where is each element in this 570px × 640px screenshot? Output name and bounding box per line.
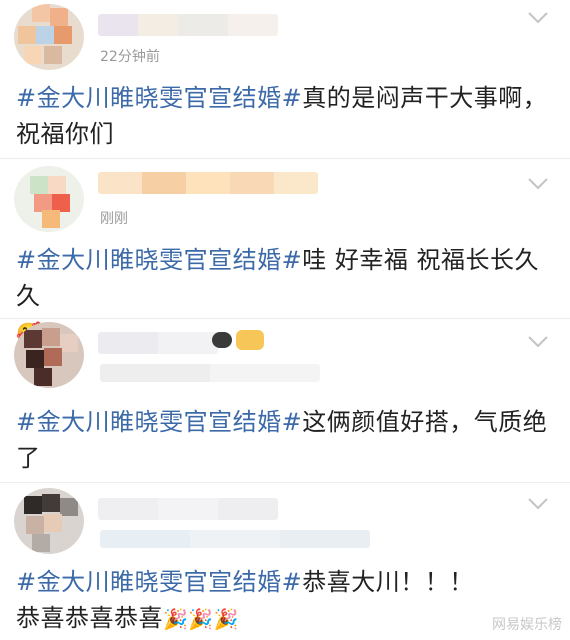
hashtag-link[interactable]: #金大川睢晓雯官宣结婚# <box>16 246 302 274</box>
watermark: 网易娱乐榜 <box>492 617 562 633</box>
comment-item: #金大川睢晓雯官宣结婚#这俩颜值好搭，气质绝了 <box>0 320 570 480</box>
timestamp: 22分钟前 <box>100 49 160 65</box>
hashtag-link[interactable]: #金大川睢晓雯官宣结婚# <box>16 84 302 112</box>
comment-item: 刚刚 #金大川睢晓雯官宣结婚#哇 好幸福 祝福长长久久 🥰 <box>0 160 570 343</box>
device-info-blurred <box>100 530 370 548</box>
avatar[interactable] <box>14 166 84 232</box>
comment-text: #金大川睢晓雯官宣结婚#真的是闷声干大事啊，祝福你们 <box>16 84 548 148</box>
comment-text: #金大川睢晓雯官宣结婚#这俩颜值好搭，气质绝了 <box>16 408 548 472</box>
hashtag-link[interactable]: #金大川睢晓雯官宣结婚# <box>16 568 302 596</box>
divider <box>0 482 570 483</box>
party-popper-icon: 🎉🎉🎉 <box>163 607 240 631</box>
avatar[interactable] <box>14 4 84 70</box>
timestamp: 刚刚 <box>100 211 128 227</box>
comment-item: #金大川睢晓雯官宣结婚#恭喜大川！！！ 恭喜恭喜恭喜🎉🎉🎉 <box>0 484 570 640</box>
device-info-blurred <box>100 364 320 382</box>
comment-text: #金大川睢晓雯官宣结婚#恭喜大川！！！ 恭喜恭喜恭喜🎉🎉🎉 <box>16 568 474 632</box>
username-blurred[interactable] <box>98 172 318 194</box>
member-badge-icon <box>212 332 232 348</box>
chevron-down-icon[interactable] <box>528 178 548 190</box>
chevron-down-icon[interactable] <box>528 336 548 348</box>
hashtag-link[interactable]: #金大川睢晓雯官宣结婚# <box>16 408 302 436</box>
divider <box>0 158 570 159</box>
comment-item: 22分钟前 #金大川睢晓雯官宣结婚#真的是闷声干大事啊，祝福你们 <box>0 0 570 155</box>
avatar[interactable] <box>14 488 84 554</box>
username-blurred[interactable] <box>98 332 218 354</box>
username-blurred[interactable] <box>98 498 278 520</box>
chevron-down-icon[interactable] <box>528 498 548 510</box>
avatar[interactable] <box>14 322 84 388</box>
level-badge-icon <box>236 330 264 350</box>
username-blurred[interactable] <box>98 14 278 36</box>
divider <box>0 318 570 319</box>
chevron-down-icon[interactable] <box>528 12 548 24</box>
